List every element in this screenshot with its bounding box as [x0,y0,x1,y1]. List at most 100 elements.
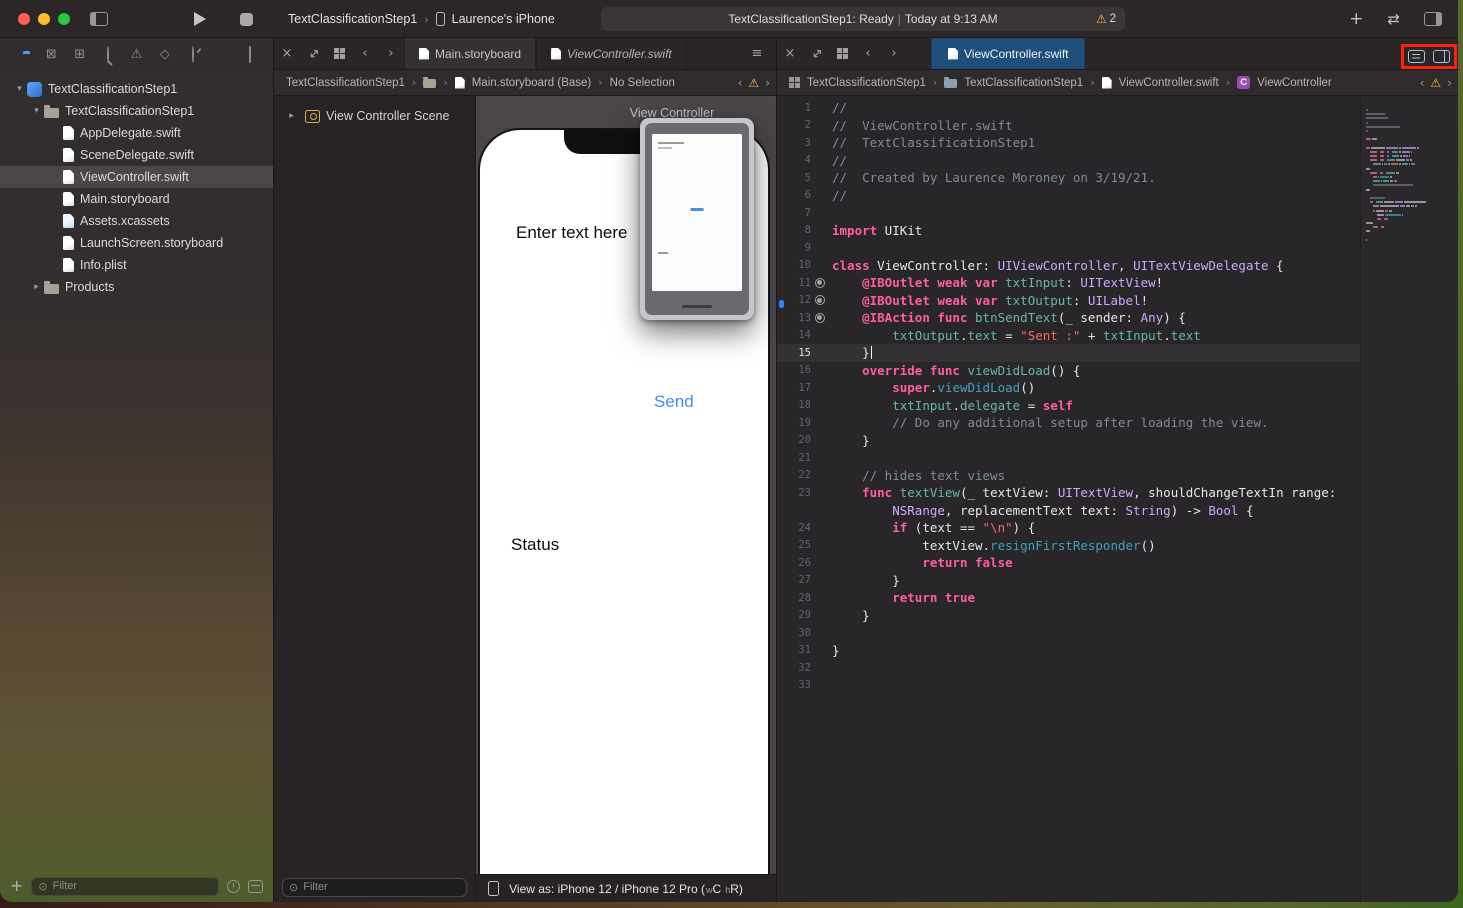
navigator-filter-input[interactable]: ⊙ Filter [31,877,219,896]
code-line[interactable]: 16 override func viewDidLoad() { [777,362,1360,380]
navigator-tab-debug-icon[interactable] [184,48,202,61]
list-icon[interactable]: ≡ [744,47,770,60]
related-items-icon[interactable] [789,77,800,88]
file-row[interactable]: ▸Products [0,276,273,298]
stop-button[interactable] [240,13,253,26]
code-line[interactable]: 8import UIKit [777,222,1360,240]
code-line[interactable]: 3// TextClassificationStep1 [777,134,1360,152]
code-line[interactable]: 1// [777,99,1360,117]
code-line[interactable]: 13 @IBAction func btnSendText(_ sender: … [777,309,1360,327]
navigator-toggle-icon[interactable] [90,12,108,26]
code-line[interactable]: 24 if (text == "\n") { [777,519,1360,537]
file-row[interactable]: Assets.xcassets [0,210,273,232]
previous-issue-icon[interactable]: ‹ [1420,76,1425,90]
code-line[interactable]: 31} [777,642,1360,660]
file-row[interactable]: Info.plist [0,254,273,276]
tab-viewcontroller-swift-preview[interactable]: ViewController.swift [536,38,687,69]
file-row[interactable]: AppDelegate.swift [0,122,273,144]
code-line[interactable]: 22 // hides text views [777,467,1360,485]
code-line[interactable]: 7 [777,204,1360,222]
code-line[interactable]: 33 [777,677,1360,695]
connection-well-icon[interactable] [815,313,825,323]
storyboard-file-icon[interactable] [455,77,465,89]
code-line[interactable]: 18 txtInput.delegate = self [777,397,1360,415]
back-icon[interactable]: ‹ [352,47,378,60]
jumpbar-symbol[interactable]: ViewController [1257,77,1332,89]
file-row[interactable]: ▾TextClassificationStep1 [0,78,273,100]
jumpbar-file[interactable]: ViewController.swift [1119,77,1219,89]
library-add-icon[interactable]: + [1349,9,1363,29]
jumpbar-project[interactable]: TextClassificationStep1 [807,77,926,89]
code-line[interactable]: 5// Created by Laurence Moroney on 3/19/… [777,169,1360,187]
tab-overview-icon[interactable] [829,48,855,59]
file-row[interactable]: SceneDelegate.swift [0,144,273,166]
navigator-tab-source-control-icon[interactable]: ⊠ [42,48,60,61]
editor-options-icon[interactable] [1408,50,1425,63]
outline-row-view-controller-scene[interactable]: ▸ View Controller Scene [274,104,475,128]
disclosure-triangle[interactable]: ▸ [284,111,299,121]
file-row[interactable]: LaunchScreen.storyboard [0,232,273,254]
jumpbar-group[interactable]: TextClassificationStep1 [964,77,1083,89]
tab-overview-icon[interactable] [326,48,352,59]
drag-preview-thumbnail[interactable] [640,118,754,320]
code-line[interactable]: 9 [777,239,1360,257]
warning-icon[interactable]: ⚠ [748,77,759,89]
code-editor[interactable]: 1//2// ViewController.swift3// TextClass… [777,96,1458,902]
add-file-icon[interactable]: + [10,878,23,894]
recent-files-icon[interactable] [227,880,240,893]
previous-issue-icon[interactable]: ‹ [738,76,743,90]
inspector-toggle-icon[interactable] [1424,12,1442,26]
minimap[interactable] [1360,96,1458,902]
code-line[interactable]: 20 } [777,432,1360,450]
folder-icon[interactable] [423,79,436,88]
jumpbar-selection[interactable]: No Selection [610,77,675,89]
code-line[interactable]: NSRange, replacementText text: String) -… [777,502,1360,520]
code-line[interactable]: 2// ViewController.swift [777,117,1360,135]
expand-editor-icon[interactable]: ↕ [803,47,829,61]
connection-well-icon[interactable] [815,278,825,288]
zoom-window-button[interactable] [58,13,70,25]
code-line[interactable]: 26 return false [777,554,1360,572]
navigator-tab-symbols-icon[interactable]: ⊞ [71,48,89,61]
device-config-bar[interactable]: View as: iPhone 12 / iPhone 12 Pro (wChR… [476,874,776,902]
disclosure-triangle[interactable]: ▾ [29,106,44,116]
add-editor-icon[interactable] [1433,50,1450,63]
code-line[interactable]: 12 @IBOutlet weak var txtOutput: UILabel… [777,292,1360,310]
navigator-tab-tests-icon[interactable]: ◇ [156,48,174,61]
warning-icon[interactable]: ⚠ [1430,77,1441,89]
code-line[interactable]: 17 super.viewDidLoad() [777,379,1360,397]
code-line[interactable]: 11 @IBOutlet weak var txtInput: UITextVi… [777,274,1360,292]
next-issue-icon[interactable]: › [1447,76,1452,90]
forward-icon[interactable]: › [378,47,404,60]
connection-well-icon[interactable] [815,295,825,305]
back-icon[interactable]: ‹ [855,47,881,60]
scheme-selector[interactable]: TextClassificationStep1 › Laurence's iPh… [288,0,555,38]
code-line[interactable]: 4// [777,152,1360,170]
code-line[interactable]: 25 textView.resignFirstResponder() [777,537,1360,555]
text-view-enter-text[interactable]: Enter text here [516,223,628,243]
run-button[interactable] [194,12,206,26]
code-line[interactable]: 30 [777,624,1360,642]
code-line[interactable]: 14 txtOutput.text = "Sent :" + txtInput.… [777,327,1360,345]
disclosure-triangle[interactable]: ▸ [29,282,44,292]
close-window-button[interactable] [18,13,30,25]
storyboard-canvas[interactable]: View Controller Enter text here Send Sta… [476,96,776,874]
code-line[interactable]: 23 func textView(_ textView: UITextView,… [777,484,1360,502]
tab-main-storyboard[interactable]: Main.storyboard [404,38,536,69]
code-line[interactable]: 32 [777,659,1360,677]
status-label[interactable]: Status [511,535,559,555]
code-review-icon[interactable]: ⇄ [1387,10,1400,28]
jumpbar-project[interactable]: TextClassificationStep1 [286,77,405,89]
forward-icon[interactable]: › [881,47,907,60]
outline-filter-input[interactable]: ⊙ Filter [282,878,467,897]
scm-status-filter-icon[interactable] [248,880,263,893]
status-warning-badge[interactable]: ⚠ 2 [1096,7,1116,31]
disclosure-triangle[interactable]: ▾ [12,84,27,94]
expand-editor-icon[interactable]: ↕ [300,47,326,61]
file-row[interactable]: Main.storyboard [0,188,273,210]
jumpbar-file[interactable]: Main.storyboard (Base) [472,77,592,89]
minimize-window-button[interactable] [38,13,50,25]
code-line[interactable]: 19 // Do any additional setup after load… [777,414,1360,432]
navigator-tab-search-icon[interactable] [99,48,117,61]
code-line[interactable]: 6// [777,187,1360,205]
